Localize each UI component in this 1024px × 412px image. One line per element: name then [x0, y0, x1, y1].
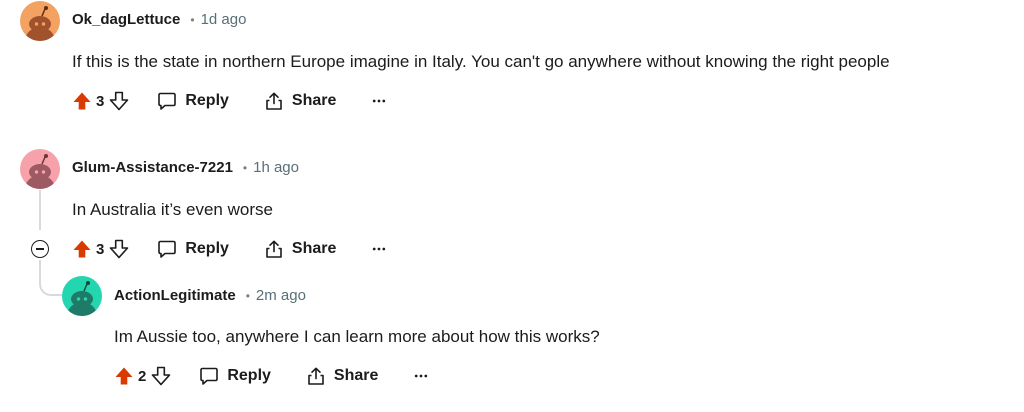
upvote-icon[interactable] — [114, 366, 134, 386]
comment-meta: ActionLegitimate • 2m ago — [114, 287, 306, 304]
minus-icon — [36, 248, 44, 250]
comment-actions: 3 Reply Share — [72, 233, 387, 265]
more-options-button[interactable] — [413, 368, 429, 384]
more-dots-icon — [371, 241, 387, 257]
upvote-icon[interactable] — [72, 239, 92, 259]
more-dots-icon — [371, 93, 387, 109]
comment-body: In Australia it’s even worse — [72, 200, 273, 219]
comment-body: If this is the state in northern Europe … — [72, 52, 890, 71]
snoo-avatar-teal[interactable] — [62, 276, 102, 316]
username[interactable]: ActionLegitimate — [114, 287, 236, 304]
more-options-button[interactable] — [371, 241, 387, 257]
share-icon — [264, 239, 284, 259]
share-icon — [306, 366, 326, 386]
reply-label: Reply — [185, 240, 229, 257]
username[interactable]: Ok_dagLettuce — [72, 11, 180, 28]
share-button[interactable]: Share — [264, 239, 336, 259]
username[interactable]: Glum-Assistance-7221 — [72, 159, 233, 176]
comment-actions: 3 Reply Share — [72, 85, 387, 117]
comment-thread: Ok_dagLettuce • 1d ago If this is the st… — [0, 0, 1024, 412]
reply-button[interactable]: Reply — [157, 239, 229, 259]
timestamp[interactable]: 1d ago — [201, 11, 247, 28]
share-button[interactable]: Share — [264, 91, 336, 111]
vote-controls: 3 — [72, 91, 129, 111]
share-button[interactable]: Share — [306, 366, 378, 386]
reply-button[interactable]: Reply — [199, 366, 271, 386]
upvote-icon[interactable] — [72, 91, 92, 111]
snoo-avatar-orange[interactable] — [20, 1, 60, 41]
vote-score: 2 — [138, 367, 147, 385]
vote-controls: 3 — [72, 239, 129, 259]
more-options-button[interactable] — [371, 93, 387, 109]
downvote-icon[interactable] — [109, 239, 129, 259]
comment-body: Im Aussie too, anywhere I can learn more… — [114, 327, 600, 346]
thread-line — [39, 190, 41, 230]
reply-label: Reply — [227, 367, 271, 384]
more-dots-icon — [413, 368, 429, 384]
separator-dot: • — [190, 12, 195, 27]
separator-dot: • — [245, 288, 250, 303]
vote-score: 3 — [96, 92, 105, 110]
comment-meta: Glum-Assistance-7221 • 1h ago — [72, 159, 299, 176]
reply-label: Reply — [185, 92, 229, 109]
comment-meta: Ok_dagLettuce • 1d ago — [72, 11, 246, 28]
reply-button[interactable]: Reply — [157, 91, 229, 111]
timestamp[interactable]: 1h ago — [253, 159, 299, 176]
collapse-thread-button[interactable] — [31, 240, 49, 258]
comment-actions: 2 Reply Share — [114, 360, 429, 392]
downvote-icon[interactable] — [109, 91, 129, 111]
reply-connector-line — [39, 260, 63, 296]
downvote-icon[interactable] — [151, 366, 171, 386]
timestamp[interactable]: 2m ago — [256, 287, 306, 304]
comment-bubble-icon — [199, 366, 219, 386]
share-icon — [264, 91, 284, 111]
comment-bubble-icon — [157, 91, 177, 111]
separator-dot: • — [242, 160, 248, 175]
share-label: Share — [291, 92, 337, 109]
share-label: Share — [333, 367, 379, 384]
comment-bubble-icon — [157, 239, 177, 259]
vote-controls: 2 — [114, 366, 171, 386]
share-label: Share — [291, 240, 337, 257]
snoo-avatar-pink[interactable] — [20, 149, 60, 189]
vote-score: 3 — [96, 240, 105, 258]
